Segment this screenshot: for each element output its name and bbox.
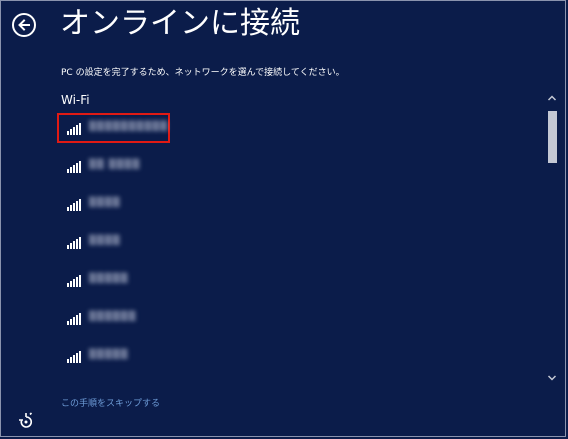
network-list-scrollbar[interactable] [546,89,558,381]
wifi-signal-icon [67,349,84,363]
wifi-signal-icon [67,159,84,173]
chevron-down-icon [547,375,557,381]
skip-step-link[interactable]: この手順をスキップする [61,398,160,410]
network-ssid: ▒▒▒▒ [89,198,121,208]
wifi-signal-icon [67,235,84,249]
network-ssid: ▒▒▒▒▒▒ [89,312,137,322]
scroll-thumb[interactable] [548,111,557,163]
network-ssid: ▒▒ ▒▒▒▒ [89,160,141,170]
scroll-up-button[interactable] [546,89,558,101]
back-button[interactable] [12,13,36,37]
back-arrow-icon [18,19,30,31]
network-item[interactable]: ▒▒▒▒▒▒ [57,303,169,341]
ease-of-access-icon[interactable] [17,411,35,429]
network-item[interactable]: ▒▒▒▒▒ [57,265,169,303]
scroll-down-button[interactable] [546,369,558,381]
network-item-selected[interactable]: ▒▒▒▒▒▒▒▒▒▒ [57,113,170,143]
network-ssid: ▒▒▒▒▒▒▒▒▒▒ [89,122,169,132]
chevron-up-icon [547,95,557,101]
wifi-signal-icon [67,121,84,135]
wifi-signal-icon [67,273,84,287]
network-list: ▒▒▒▒▒▒▒▒▒▒ ▒▒ ▒▒▒▒ ▒▒▒▒ ▒▒▒▒ ▒▒▒▒▒ ▒▒▒▒▒… [57,113,537,379]
network-item[interactable]: ▒▒▒▒ [57,189,169,227]
network-item[interactable]: ▒▒▒▒▒ [57,341,169,379]
wifi-signal-icon [67,197,84,211]
setup-window: オンラインに接続 PC の設定を完了するため、ネットワークを選んで接続してくださ… [0,0,566,437]
wifi-section-label: Wi-Fi [61,93,90,107]
network-ssid: ▒▒▒▒▒ [89,350,129,360]
page-title: オンラインに接続 [60,6,300,41]
network-item[interactable]: ▒▒ ▒▒▒▒ [57,151,169,189]
network-ssid: ▒▒▒▒▒ [89,274,129,284]
network-item[interactable]: ▒▒▒▒ [57,227,169,265]
page-subtitle: PC の設定を完了するため、ネットワークを選んで接続してください。 [61,68,345,78]
wifi-signal-icon [67,311,84,325]
network-ssid: ▒▒▒▒ [89,236,121,246]
